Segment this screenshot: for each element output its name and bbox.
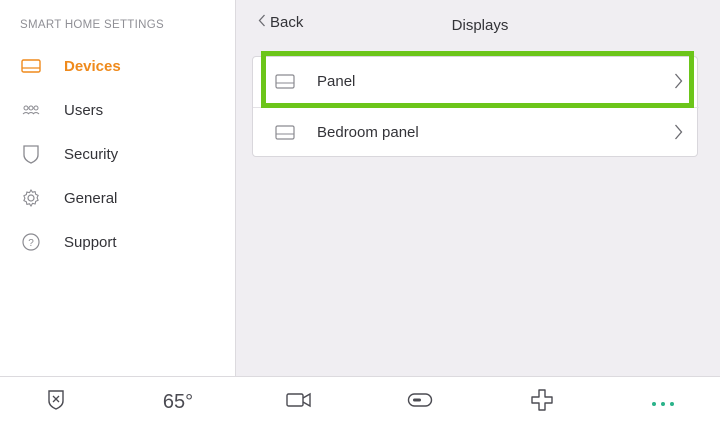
panel-icon — [275, 125, 295, 145]
sidebar-item-devices[interactable]: Devices — [0, 48, 236, 84]
back-label: Back — [270, 14, 304, 31]
sidebar-item-general[interactable]: General — [0, 180, 236, 216]
shield-icon — [20, 143, 42, 165]
sidebar: SMART HOME SETTINGS Devices Users Securi… — [0, 0, 236, 376]
sidebar-item-label: Security — [64, 145, 119, 163]
panel-icon — [275, 74, 295, 94]
list-item-panel[interactable]: Panel — [253, 57, 699, 107]
sidebar-item-label: Devices — [64, 57, 121, 75]
gear-icon — [20, 187, 42, 209]
page-title: Displays — [451, 17, 509, 34]
chevron-right-icon — [674, 73, 683, 94]
sidebar-heading: SMART HOME SETTINGS — [20, 19, 164, 31]
sidebar-item-label: Users — [64, 101, 104, 119]
bottom-bar: 65° — [0, 376, 720, 427]
security-shield-icon — [47, 389, 65, 416]
list-item-bedroom-panel[interactable]: Bedroom panel — [253, 107, 699, 157]
svg-text:?: ? — [28, 238, 34, 249]
sidebar-item-support[interactable]: ? Support — [0, 224, 236, 260]
tab-add[interactable] — [512, 377, 572, 427]
back-button[interactable]: Back — [258, 14, 303, 31]
list-item-label: Bedroom panel — [317, 124, 419, 141]
tab-more[interactable] — [633, 377, 693, 427]
sidebar-item-label: Support — [64, 233, 117, 251]
list-item-label: Panel — [317, 73, 356, 90]
users-icon — [20, 99, 42, 121]
chevron-right-icon — [674, 124, 683, 145]
lock-icon — [407, 392, 433, 413]
more-icon — [651, 394, 675, 412]
plus-icon — [531, 389, 553, 416]
question-icon: ? — [20, 231, 42, 253]
sidebar-item-label: General — [64, 189, 118, 207]
temperature-value: 65° — [162, 391, 194, 413]
tab-thermostat[interactable]: 65° — [148, 377, 208, 427]
chevron-left-icon — [258, 14, 266, 31]
tab-lock[interactable] — [390, 377, 450, 427]
camera-icon — [286, 392, 312, 413]
panel-icon — [20, 55, 42, 77]
displays-list: Panel Bedroom panel — [252, 56, 699, 157]
tab-security[interactable] — [26, 377, 86, 427]
tab-camera[interactable] — [269, 377, 329, 427]
sidebar-item-users[interactable]: Users — [0, 92, 236, 128]
sidebar-item-security[interactable]: Security — [0, 136, 236, 172]
